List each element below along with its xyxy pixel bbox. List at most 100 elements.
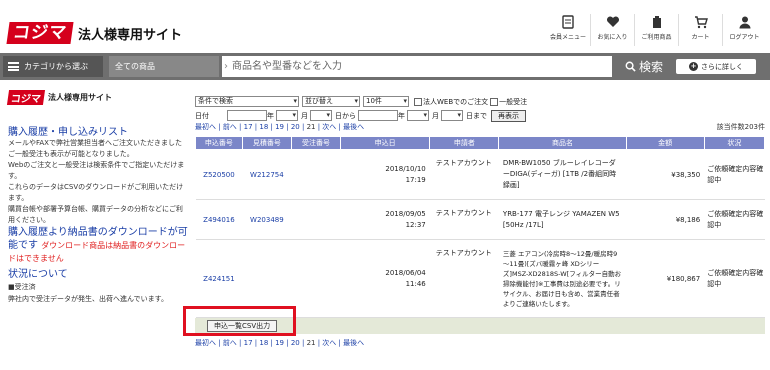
pager-page-20[interactable]: 20 [291, 123, 300, 131]
web-order-checkbox[interactable] [414, 97, 422, 106]
search-input[interactable]: 商品名や型番などを入力 [222, 56, 612, 77]
pager-bottom: 最初へ | 前へ | 17 | 18 | 19 | 20 | 21 | 次へ |… [195, 339, 365, 347]
pager-bottom-page-18[interactable]: 18 [259, 339, 268, 347]
logout-button[interactable]: ログアウト [722, 14, 766, 46]
month-label-2: 月 [432, 111, 439, 120]
search-button-label: 検索 [638, 60, 663, 74]
from-label: 日から [335, 111, 356, 120]
order-no [291, 239, 341, 318]
quote-no-link[interactable]: W212754 [242, 149, 292, 200]
table-row: Z494016 W203489 2018/09/05 12:37 テストアカウント… [195, 199, 765, 240]
col-date: 申込日 [339, 136, 431, 150]
sidebar-text-3: これらのデータはCSVのダウンロードがご利用いただけます。 [8, 183, 184, 202]
col-amount: 金額 [625, 136, 705, 150]
table-row: Z520500 W212754 2018/10/10 17:19 テストアカウント… [195, 149, 765, 200]
applicant: テストアカウント [429, 149, 499, 200]
order-date-time: 12:37 [405, 220, 426, 229]
sidebar-text-4: 購買台帳や部署予算台帳、購買データの分析などにご利用ください。 [8, 205, 183, 224]
from-month-select[interactable] [276, 110, 298, 121]
pager-top: 最初へ | 前へ | 17 | 18 | 19 | 20 | 21 | 次へ |… [195, 123, 765, 131]
favorites-label: お気に入り [597, 34, 628, 41]
from-year-input[interactable] [227, 110, 267, 121]
pager-bottom-last[interactable]: 最後へ [343, 339, 364, 347]
favorites-button[interactable]: お気に入り [590, 14, 634, 46]
col-status: 状況 [703, 136, 766, 150]
product-name: DMR-BW1050 ブルーレイレコーダーDIGA(ディーガ) [1TB /2番… [498, 149, 627, 200]
order-date-day: 2018/10/10 [385, 164, 426, 173]
sidebar-logo: コジマ 法人様専用サイト [6, 89, 188, 105]
search-button[interactable]: 検索 [614, 56, 674, 77]
orders-table: 申込番号 見積番号 受注番号 申込日 申請者 商品名 金額 状況 Z520500… [195, 136, 766, 318]
product-name: 三菱 エアコン(冷房時8～12畳/暖房時9～11畳)[ズバ暖霧ヶ峰 XDシリーズ… [498, 239, 627, 318]
cart-icon [694, 16, 708, 29]
invoice-download-title: 購入履歴より納品書のダウンロードが可能です ダウンロード商品は納品書のダウンロー… [8, 226, 188, 265]
pager-first[interactable]: 最初へ [195, 123, 216, 131]
ordered-products-label: ご利用商品 [641, 34, 672, 41]
order-date-time: 17:19 [405, 175, 426, 184]
category-button[interactable]: カテゴリから選ぶ [3, 56, 103, 77]
sidebar-text-2: Webのご注文と一般受注は検索条件でご指定いただけます。 [8, 161, 185, 180]
category-select[interactable]: 全ての商品 [109, 56, 219, 77]
plus-icon: + [689, 62, 698, 71]
quote-no-link[interactable]: W203489 [242, 199, 292, 240]
logo-mark: コジマ [6, 22, 74, 44]
order-no [291, 149, 341, 200]
pager-current: 21 [306, 123, 316, 131]
header-nav: 会員メニュー お気に入り ご利用商品 カート ログアウト [546, 14, 766, 46]
per-page-select[interactable]: 10件 [363, 96, 409, 107]
sort-select[interactable]: 並び替え [302, 96, 360, 107]
pager-next[interactable]: 次へ [322, 123, 336, 131]
status-title: 状況について [8, 269, 68, 280]
year-label: 年 [267, 111, 274, 120]
search-bar: カテゴリから選ぶ 全ての商品 商品名や型番などを入力 検索 + さらに詳しく [0, 53, 770, 80]
col-quote-no: 見積番号 [241, 136, 292, 150]
pager-page-17[interactable]: 17 [244, 123, 253, 131]
to-month-select[interactable] [407, 110, 429, 121]
app-no-link[interactable]: Z494016 [195, 199, 243, 240]
hamburger-icon [8, 62, 19, 71]
redisplay-button[interactable]: 再表示 [491, 109, 526, 122]
to-day-select[interactable] [441, 110, 463, 121]
table-header: 申込番号 見積番号 受注番号 申込日 申請者 商品名 金額 状況 [195, 136, 766, 150]
pager-page-19[interactable]: 19 [275, 123, 284, 131]
pager-bottom-prev[interactable]: 前へ [223, 339, 237, 347]
menu-icon [562, 15, 574, 29]
status: ご依頼確定内容確認中 [704, 149, 765, 200]
pager-bottom-page-19[interactable]: 19 [275, 339, 284, 347]
ordered-products-button[interactable]: ご利用商品 [634, 14, 678, 46]
site-title: 法人様専用サイト [78, 27, 183, 43]
pager-bottom-page-17[interactable]: 17 [244, 339, 253, 347]
pager-bottom-first[interactable]: 最初へ [195, 339, 216, 347]
order-date-time: 11:46 [405, 279, 426, 288]
search-condition-select[interactable]: 条件で検索 [195, 96, 299, 107]
pager-page-18[interactable]: 18 [259, 123, 268, 131]
filter-row-2: 日付 年 月 日から 年 月 日まで 再表示 [195, 109, 765, 122]
category-button-label: カテゴリから選ぶ [24, 62, 88, 71]
status: ご依頼確定内容確認中 [704, 199, 765, 240]
filter-row-1: 条件で検索 並び替え 10件 法人WEBでのご注文 一般受注 [195, 95, 765, 108]
pager-last[interactable]: 最後へ [343, 123, 364, 131]
month-label: 月 [301, 111, 308, 120]
detail-search-label: さらに詳しく [701, 62, 743, 71]
pager-bottom-next[interactable]: 次へ [322, 339, 336, 347]
to-label: 日まで [466, 111, 487, 120]
applicant: テストアカウント [429, 199, 499, 240]
general-order-checkbox[interactable] [490, 97, 499, 106]
search-icon [625, 61, 636, 72]
to-year-input[interactable] [358, 110, 398, 121]
detail-search-button[interactable]: + さらに詳しく [676, 59, 756, 74]
member-menu-button[interactable]: 会員メニュー [546, 14, 590, 46]
order-date: 2018/09/05 12:37 [340, 199, 430, 240]
order-date-day: 2018/06/04 [385, 268, 426, 277]
pager-bottom-page-20[interactable]: 20 [291, 339, 300, 347]
applicant: テストアカウント [429, 239, 499, 318]
pager-prev[interactable]: 前へ [223, 123, 237, 131]
logout-icon [739, 16, 750, 29]
date-label: 日付 [195, 111, 209, 120]
from-day-select[interactable] [310, 110, 332, 121]
site-logo[interactable]: コジマ 法人様専用サイト [6, 22, 183, 44]
site-header: コジマ 法人様専用サイト 会員メニュー お気に入り ご利用商品 カート ログアウ… [0, 0, 770, 50]
app-no-link[interactable]: Z520500 [195, 149, 243, 200]
order-date-day: 2018/09/05 [385, 209, 426, 218]
cart-button[interactable]: カート [678, 14, 722, 46]
